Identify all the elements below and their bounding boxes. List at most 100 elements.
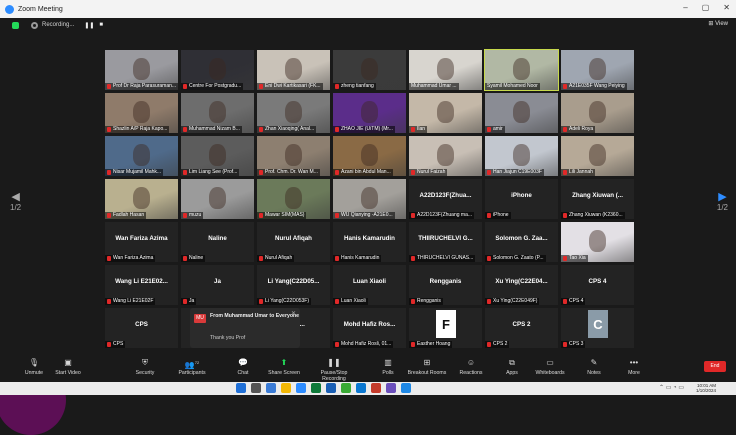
participant-tile[interactable]: Lili Jannah [561, 136, 634, 176]
reactions-button[interactable]: ☺ Reactions [449, 358, 493, 376]
chat-notification[interactable]: MU From Muhammad Umar to Everyone Thank … [190, 308, 300, 348]
participant-tile[interactable]: Mawar SIM(MAS) [257, 179, 330, 219]
stop-recording-button[interactable]: ■ [99, 22, 103, 29]
participant-silhouette [209, 58, 226, 80]
participant-tile[interactable]: CPS 4 CPS 4 [561, 265, 634, 305]
participant-tile[interactable]: A22D123F(Zhua... A22D123F(Zhuang ma... [409, 179, 482, 219]
participant-tile[interactable]: Solomon G. Zaa... Solomon G. Zaato (P... [485, 222, 558, 262]
end-meeting-button[interactable]: End [704, 361, 726, 372]
participant-tile[interactable]: CPS 2 CPS 2 [485, 308, 558, 348]
taskbar-apps [236, 383, 411, 393]
chevron-left-icon: ◀ [11, 191, 20, 203]
participant-display-name: THIIRUCHELVI G... [418, 235, 473, 242]
participant-tile[interactable]: amir [485, 93, 558, 133]
edge-icon[interactable] [356, 383, 366, 393]
participant-tile[interactable]: zheng tianfang [333, 50, 406, 90]
whiteboards-button[interactable]: ▭ Whiteboards [528, 358, 572, 376]
muted-mic-icon [183, 84, 187, 89]
pause-stop-recording-button[interactable]: ❚❚ Pause/Stop Recording [312, 358, 356, 382]
notes-button[interactable]: ✎ Notes [572, 358, 616, 376]
participant-tile[interactable]: Wan Fariza Azima Wan Fariza Azima [105, 222, 178, 262]
participant-tile[interactable]: Ilan [409, 93, 482, 133]
clock[interactable]: 10:01 AM 1/10/2024 [696, 383, 716, 393]
participant-tile[interactable]: Zhan Xiaoqing( Anal... [257, 93, 330, 133]
participant-tile[interactable]: F Easther Hoang [409, 308, 482, 348]
maximize-button[interactable]: ▢ [702, 3, 710, 12]
file-explorer-icon[interactable] [281, 383, 291, 393]
participant-tile[interactable]: Nurul Faizah [409, 136, 482, 176]
participant-tile[interactable]: THIIRUCHELVI G... THIRUCHELVI GUNAS... [409, 222, 482, 262]
participant-tile[interactable]: Tao Xia [561, 222, 634, 262]
participant-tile[interactable]: Han Jiajun C19E003F [485, 136, 558, 176]
participant-tile[interactable]: Muhammad Nizam B... [181, 93, 254, 133]
outlook-icon[interactable] [401, 383, 411, 393]
participant-tile[interactable]: C CPS 3 [561, 308, 634, 348]
participant-tile[interactable]: Muhammad Umar ... [409, 50, 482, 90]
participant-tile[interactable]: Lim Liang See (Prof... [181, 136, 254, 176]
close-chat-icon[interactable]: ✕ [291, 310, 296, 317]
participant-tile[interactable]: iPhone iPhone [485, 179, 558, 219]
participant-name: CPS 4 [569, 298, 584, 304]
participant-tile[interactable]: WU Qianying -A21E0... [333, 179, 406, 219]
breakout-rooms-button[interactable]: ⊞ Breakout Rooms [405, 358, 449, 376]
participant-name: Muhammad Nizam B... [189, 126, 240, 132]
participant-tile[interactable]: Hanis Kamarudin Hanis Kamarudin [333, 222, 406, 262]
participant-tile[interactable]: Azani bin Abdul Man... [333, 136, 406, 176]
security-button[interactable]: ⛨ Security [123, 358, 167, 376]
participant-name: Mohd Hafiz Rosli, 01... [341, 341, 392, 347]
participant-tile[interactable]: Prof Dr Raja Parasuraman... [105, 50, 178, 90]
participant-tile[interactable]: Eni Dwi Kartikasari (FK... [257, 50, 330, 90]
participant-tile[interactable]: Li Yang(C22D05... Li Yang(C22D053F) [257, 265, 330, 305]
participant-tile[interactable]: Ja Ja [181, 265, 254, 305]
zoom-app-icon[interactable] [296, 383, 306, 393]
participant-tile[interactable]: Fadlah Hasan [105, 179, 178, 219]
more-button[interactable]: ••• More [612, 358, 656, 376]
participant-tile[interactable]: muzu [181, 179, 254, 219]
start-video-button[interactable]: ▣ Start Video [46, 358, 90, 376]
participant-tile[interactable]: Xu Ying(C22E04... Xu Ying(C22E049F) [485, 265, 558, 305]
security-shield-icon[interactable] [12, 21, 19, 29]
start-icon[interactable] [236, 383, 246, 393]
participant-tile[interactable]: Mohd Hafiz Ros... Mohd Hafiz Rosli, 01... [333, 308, 406, 348]
close-button[interactable]: ✕ [723, 3, 730, 12]
view-button[interactable]: ⊞ View [708, 20, 728, 27]
window-title: Zoom Meeting [18, 5, 63, 13]
participant-name-label: Han Jiajun C19E003F [485, 169, 544, 176]
participant-tile[interactable]: Shazlin A/P Raja Kapo... [105, 93, 178, 133]
participant-tile[interactable]: Rengganis Rengganis [409, 265, 482, 305]
participant-tile[interactable]: Wang Li E21E02... Wang Li E21E02F [105, 265, 178, 305]
minimize-button[interactable]: – [683, 3, 687, 12]
polls-button[interactable]: ▥ Polls [366, 358, 410, 376]
participants-button[interactable]: 👥72 Participants [170, 358, 214, 376]
participant-tile[interactable]: ZHAO JIE (UiTM) (Mr... [333, 93, 406, 133]
participant-tile[interactable]: Naline Naline [181, 222, 254, 262]
chrome-icon[interactable] [341, 383, 351, 393]
participant-tile[interactable]: Prof. Chm. Dr. Wan M... [257, 136, 330, 176]
participant-name: ZHAO JIE (UiTM) (Mr... [341, 126, 393, 132]
word-icon[interactable] [326, 383, 336, 393]
participant-tile[interactable]: Adeli Roya [561, 93, 634, 133]
chat-button[interactable]: 💬 Chat [221, 358, 265, 376]
system-tray-icons[interactable]: ⌃ ▭ ◔ ▭ [659, 384, 684, 391]
toolbar-label: Notes [587, 370, 601, 376]
participant-tile[interactable]: Syamil Mohamed Noor [484, 49, 559, 91]
participant-name-label: Syamil Mohamed Noor [485, 83, 540, 90]
participant-tile[interactable]: Luan Xiaoli Luan Xiaoli [333, 265, 406, 305]
next-page-button[interactable]: ▶ 1/2 [717, 190, 728, 212]
participant-silhouette [133, 58, 150, 80]
prev-page-button[interactable]: ◀ 1/2 [10, 190, 21, 212]
search-icon[interactable] [251, 383, 261, 393]
teams-icon[interactable] [386, 383, 396, 393]
participant-tile[interactable]: Centre For Postgradu... [181, 50, 254, 90]
participant-name: zheng tianfang [341, 83, 374, 89]
participant-tile[interactable]: Nisar Mujamil Mahk... [105, 136, 178, 176]
participant-tile[interactable]: A21E035F Wang Peiying [561, 50, 634, 90]
excel-icon[interactable] [311, 383, 321, 393]
task-view-icon[interactable] [266, 383, 276, 393]
powerpoint-icon[interactable] [371, 383, 381, 393]
share-screen-button[interactable]: ⬆ Share Screen [262, 358, 306, 376]
participant-tile[interactable]: Nurul Afiqah Nurul Afiqah [257, 222, 330, 262]
participant-tile[interactable]: Zhang Xiuwan (... Zhang Xiuwan (K2360... [561, 179, 634, 219]
pause-recording-button[interactable]: ❚❚ [84, 22, 94, 29]
participant-tile[interactable]: CPS CPS [105, 308, 178, 348]
